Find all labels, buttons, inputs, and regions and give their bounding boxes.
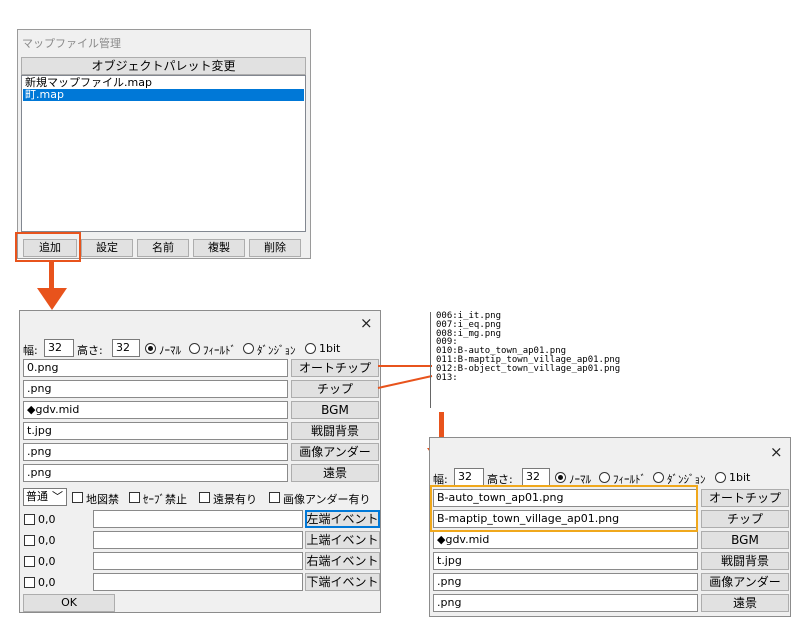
- height-input[interactable]: 32: [522, 468, 550, 486]
- event-bottom-checkbox[interactable]: [24, 577, 35, 588]
- event-left-coord: 0,0: [38, 513, 56, 526]
- settings-button[interactable]: 設定: [81, 239, 133, 257]
- image-under-button[interactable]: 画像アンダー: [291, 443, 379, 461]
- bgm-button[interactable]: BGM: [291, 401, 379, 419]
- mode-dungeon-radio[interactable]: [653, 472, 664, 483]
- mode-1bit-label: 1bit: [729, 471, 751, 484]
- mode-1bit-label: 1bit: [319, 342, 341, 355]
- event-right-coord: 0,0: [38, 555, 56, 568]
- type-select[interactable]: 普通 ﹀: [23, 488, 67, 506]
- listing-line: 012:B-object_town_village_ap01.png: [436, 363, 621, 374]
- no-save-label: ｾｰﾌﾞ禁止: [143, 493, 187, 506]
- right-edge-event-button[interactable]: 右端イベント: [305, 552, 380, 570]
- battle-bg-button[interactable]: 戦闘背景: [291, 422, 379, 440]
- object-palette-change-button[interactable]: オブジェクトパレット変更: [21, 57, 306, 75]
- delete-button[interactable]: 削除: [249, 239, 301, 257]
- distant-view-field[interactable]: .png: [433, 594, 698, 612]
- mode-normal-radio[interactable]: [145, 343, 156, 354]
- mode-field-label: ﾌｨｰﾙﾄﾞ: [203, 344, 236, 357]
- listing-line: 008:i_mg.png: [436, 328, 502, 339]
- event-bottom-field[interactable]: [93, 573, 303, 591]
- image-under-button[interactable]: 画像アンダー: [701, 573, 789, 591]
- width-input[interactable]: 32: [44, 339, 74, 357]
- event-left-checkbox[interactable]: [24, 514, 35, 525]
- event-bottom-coord: 0,0: [38, 576, 56, 589]
- chevron-down-icon: ﹀: [52, 490, 63, 503]
- event-top-field[interactable]: [93, 531, 303, 549]
- distant-view-field[interactable]: .png: [23, 464, 288, 482]
- chip-button[interactable]: チップ: [701, 510, 789, 528]
- has-image-under-checkbox[interactable]: [269, 492, 280, 503]
- has-distant-label: 遠景有り: [213, 493, 257, 506]
- event-top-coord: 0,0: [38, 534, 56, 547]
- mode-field-radio[interactable]: [599, 472, 610, 483]
- mode-dungeon-radio[interactable]: [243, 343, 254, 354]
- close-icon[interactable]: ×: [770, 445, 783, 460]
- event-right-field[interactable]: [93, 552, 303, 570]
- list-item[interactable]: 新規マップファイル.map: [23, 77, 304, 89]
- has-distant-checkbox[interactable]: [199, 492, 210, 503]
- map-file-list[interactable]: 新規マップファイル.map 町.map: [21, 75, 306, 232]
- bottom-edge-event-button[interactable]: 下端イベント: [305, 573, 380, 591]
- height-input[interactable]: 32: [112, 339, 140, 357]
- bgm-field[interactable]: ◆gdv.mid: [23, 401, 288, 419]
- autochip-button[interactable]: オートチップ: [291, 359, 379, 377]
- event-top-checkbox[interactable]: [24, 535, 35, 546]
- distant-view-button[interactable]: 遠景: [701, 594, 789, 612]
- autochip-button[interactable]: オートチップ: [701, 489, 789, 507]
- mode-normal-label: ﾉｰﾏﾙ: [159, 344, 181, 357]
- map-file-manager-window: マップファイル管理 オブジェクトパレット変更 新規マップファイル.map 町.m…: [17, 29, 311, 259]
- event-left-field[interactable]: [93, 510, 303, 528]
- image-under-field[interactable]: .png: [433, 573, 698, 591]
- rename-button[interactable]: 名前: [137, 239, 189, 257]
- autochip-field[interactable]: 0.png: [23, 359, 288, 377]
- height-label: 高さ:: [77, 344, 103, 357]
- type-select-value: 普通: [26, 490, 48, 503]
- mode-1bit-radio[interactable]: [305, 343, 316, 354]
- battle-bg-field[interactable]: t.jpg: [433, 552, 698, 570]
- listing-line: 013:: [436, 372, 458, 383]
- width-input[interactable]: 32: [454, 468, 484, 486]
- battle-bg-field[interactable]: t.jpg: [23, 422, 288, 440]
- chip-button[interactable]: チップ: [291, 380, 379, 398]
- top-edge-event-button[interactable]: 上端イベント: [305, 531, 380, 549]
- no-map-label: 地図禁: [86, 493, 119, 506]
- distant-view-button[interactable]: 遠景: [291, 464, 379, 482]
- list-item-selected[interactable]: 町.map: [23, 89, 304, 101]
- no-map-checkbox[interactable]: [72, 492, 83, 503]
- image-under-field[interactable]: .png: [23, 443, 288, 461]
- mode-dungeon-label: ﾀﾞﾝｼﾞｮﾝ: [257, 344, 296, 357]
- close-icon[interactable]: ×: [360, 316, 373, 331]
- bgm-field[interactable]: ◆gdv.mid: [433, 531, 698, 549]
- left-edge-event-button[interactable]: 左端イベント: [305, 510, 380, 528]
- image-file-listing: 006:i_it.png 007:i_eq.png 008:i_mg.png 0…: [430, 312, 670, 408]
- ok-button[interactable]: OK: [23, 594, 115, 612]
- event-right-checkbox[interactable]: [24, 556, 35, 567]
- mode-field-radio[interactable]: [189, 343, 200, 354]
- filled-fields-highlight: [430, 485, 698, 532]
- window-title: マップファイル管理: [22, 37, 121, 50]
- mode-normal-radio[interactable]: [555, 472, 566, 483]
- bgm-button[interactable]: BGM: [701, 531, 789, 549]
- duplicate-button[interactable]: 複製: [193, 239, 245, 257]
- map-settings-dialog: × 幅: 32 高さ: 32 ﾉｰﾏﾙ ﾌｨｰﾙﾄﾞ ﾀﾞﾝｼﾞｮﾝ 1bit …: [19, 310, 381, 613]
- chip-field[interactable]: .png: [23, 380, 288, 398]
- no-save-checkbox[interactable]: [129, 492, 140, 503]
- width-label: 幅:: [23, 344, 38, 357]
- has-image-under-label: 画像アンダー有り: [283, 493, 371, 506]
- add-button-highlight: [15, 232, 81, 262]
- battle-bg-button[interactable]: 戦闘背景: [701, 552, 789, 570]
- down-arrow-icon: [37, 262, 67, 310]
- mode-1bit-radio[interactable]: [715, 472, 726, 483]
